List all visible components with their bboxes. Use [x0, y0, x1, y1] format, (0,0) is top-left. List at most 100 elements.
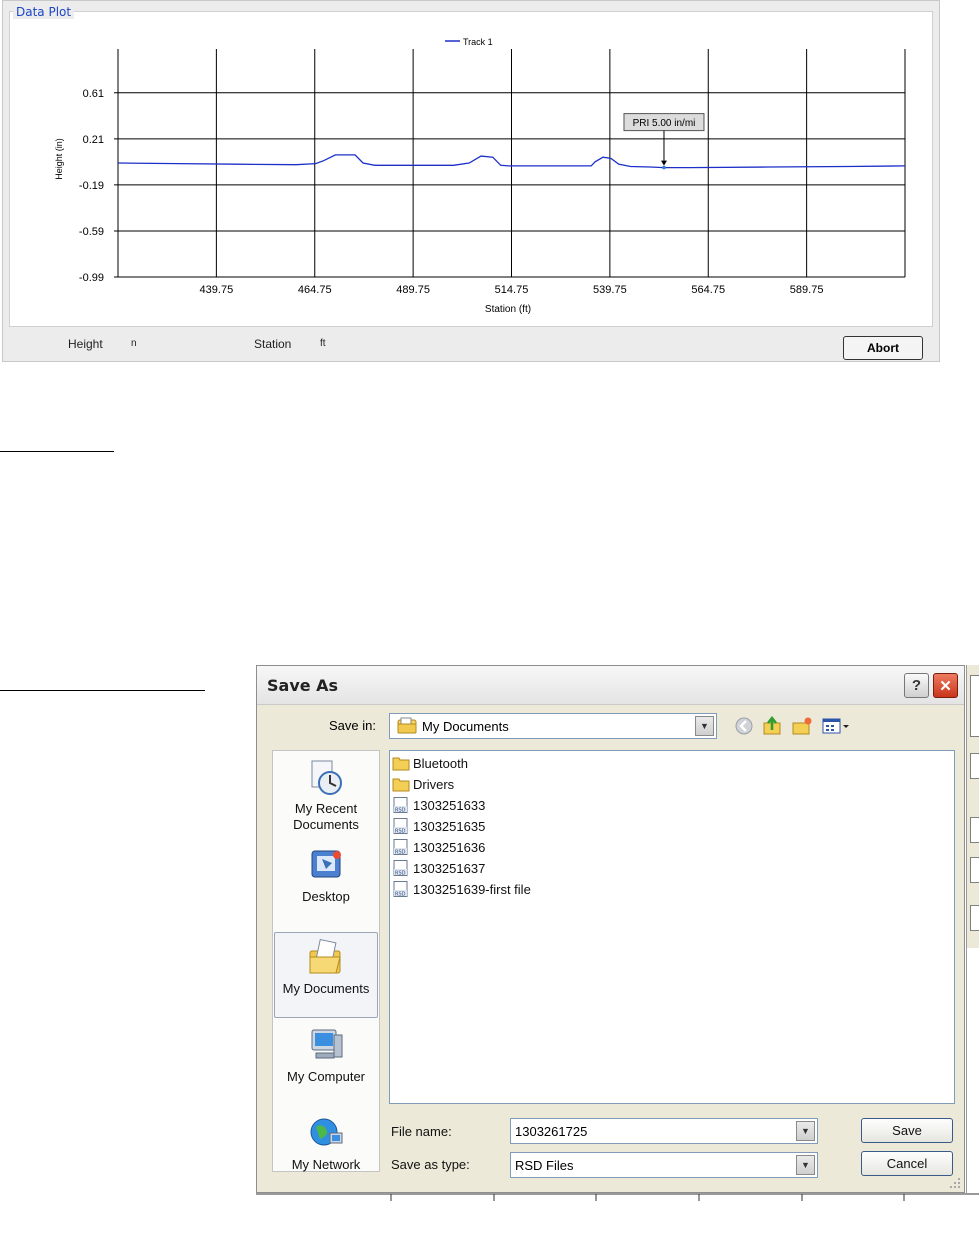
rsd-file-icon: RSD — [393, 881, 408, 897]
list-item[interactable]: RSD 1303251633 — [392, 795, 485, 815]
back-icon[interactable] — [733, 716, 755, 736]
axis-ticks: 439.75 464.75 489.75 514.75 539.75 564.75 589.… — [79, 88, 824, 296]
file-name: 1303251637 — [413, 860, 486, 876]
x-tick-label: 539.75 — [593, 284, 627, 296]
place-label: Desktop — [302, 889, 350, 904]
place-my-recent-documents[interactable]: My Recent Documents — [274, 759, 378, 837]
y-axis-label: Height (in) — [54, 138, 64, 180]
save-as-type-select[interactable]: RSD Files ▼ — [510, 1152, 818, 1178]
background-plot-axis — [256, 1193, 979, 1201]
resize-grip-icon[interactable] — [948, 1176, 962, 1190]
annotation-arrowhead — [660, 160, 667, 166]
question-icon: ? — [911, 677, 922, 694]
my-documents-small-icon — [397, 717, 417, 734]
file-name: 1303251639-first file — [413, 881, 531, 897]
place-my-computer[interactable]: My Computer — [274, 1027, 378, 1103]
my-computer-icon — [311, 1029, 343, 1059]
abort-button[interactable]: Abort — [843, 336, 923, 360]
background-control — [970, 857, 979, 883]
file-name: 1303251633 — [413, 797, 486, 813]
background-window-edge — [966, 665, 979, 1193]
save-as-dialog: Save As ? ✕ Save in: My Documents ▼ My R… — [256, 665, 965, 1193]
file-name: 1303251635 — [413, 818, 486, 834]
close-button[interactable]: ✕ — [933, 673, 958, 698]
background-control — [970, 753, 979, 779]
file-list[interactable]: Bluetooth Drivers RSD 1303251633 RSD 130… — [389, 750, 955, 1104]
list-item[interactable]: Bluetooth — [392, 753, 468, 773]
file-name-input[interactable]: 1303261725 ▼ — [510, 1118, 818, 1144]
list-item[interactable]: RSD 1303251639-first file — [392, 879, 531, 899]
list-item[interactable]: RSD 1303251637 — [392, 858, 485, 878]
underline-blank-2 — [0, 690, 205, 691]
help-button[interactable]: ? — [904, 673, 929, 698]
data-plot-chart: 439.75 464.75 489.75 514.75 539.75 564.75 589.… — [54, 37, 906, 315]
view-menu-icon[interactable] — [821, 716, 851, 736]
file-name: 1303251636 — [413, 839, 486, 855]
place-my-documents[interactable]: My Documents — [274, 932, 378, 1018]
place-my-network[interactable]: My Network — [274, 1115, 378, 1172]
legend: Track 1 — [445, 37, 493, 47]
file-name-label: File name: — [391, 1124, 452, 1139]
file-name: Drivers — [413, 776, 455, 792]
svg-text:RSD: RSD — [395, 829, 406, 835]
place-label: My Recent Documents — [293, 801, 359, 832]
rsd-file-icon: RSD — [393, 839, 408, 856]
underline-blank-1 — [0, 451, 114, 452]
y-tick-label: 0.21 — [83, 134, 104, 146]
station-status-label: Station — [254, 337, 292, 351]
data-plot-panel: Data Plot 439.75 464.75 489.75 514.75 539.75… — [2, 0, 940, 362]
y-tick-label: 0.61 — [83, 88, 104, 100]
y-tick-label: -0.59 — [79, 226, 104, 238]
list-item[interactable]: RSD 1303251636 — [392, 837, 485, 857]
place-label: My Computer — [286, 1069, 366, 1084]
file-name-value: 1303261725 — [515, 1124, 588, 1139]
rsd-file-icon: RSD — [393, 818, 408, 835]
y-tick-label: -0.19 — [79, 180, 104, 192]
chevron-down-icon[interactable]: ▼ — [695, 716, 714, 736]
svg-text:RSD: RSD — [395, 850, 406, 856]
save-button[interactable]: Save — [861, 1118, 953, 1143]
folder-icon — [392, 757, 410, 771]
x-tick-label: 489.75 — [396, 284, 430, 296]
x-tick-label: 564.75 — [691, 284, 725, 296]
save-in-value: My Documents — [422, 719, 509, 734]
close-icon: ✕ — [939, 677, 952, 695]
recent-documents-icon — [311, 760, 342, 795]
background-control — [970, 905, 979, 931]
background-control — [970, 817, 979, 843]
y-tick-label: -0.99 — [79, 272, 104, 284]
list-item[interactable]: Drivers — [392, 774, 454, 794]
title-bar[interactable]: Save As ? ✕ — [257, 666, 964, 705]
station-status-unit: ft — [320, 338, 326, 349]
x-tick-label: 439.75 — [200, 284, 234, 296]
annotation-layer: PRI 5.00 in/mi — [623, 113, 705, 170]
up-folder-icon[interactable] — [761, 716, 783, 736]
background-control — [970, 675, 979, 737]
annotation-label: PRI 5.00 in/mi — [633, 118, 696, 129]
save-in-label: Save in: — [329, 718, 376, 733]
new-folder-icon[interactable] — [791, 716, 813, 736]
height-status-unit: n — [131, 338, 137, 349]
list-item[interactable]: RSD 1303251635 — [392, 816, 485, 836]
background-plot — [967, 948, 979, 1193]
chevron-down-icon[interactable]: ▼ — [796, 1121, 815, 1141]
x-tick-label: 589.75 — [790, 284, 824, 296]
x-axis-label: Station (ft) — [485, 304, 531, 315]
x-tick-label: 464.75 — [298, 284, 332, 296]
save-as-type-value: RSD Files — [515, 1158, 574, 1173]
grid — [114, 49, 906, 278]
rsd-file-icon: RSD — [393, 797, 408, 814]
cancel-button[interactable]: Cancel — [861, 1151, 953, 1176]
my-documents-icon — [309, 939, 341, 974]
save-in-dropdown[interactable]: My Documents ▼ — [389, 713, 717, 739]
my-network-icon — [310, 1118, 343, 1146]
rsd-file-icon: RSD — [393, 860, 408, 877]
save-as-type-label: Save as type: — [391, 1157, 470, 1172]
places-bar: My Recent Documents Desktop My Documents — [272, 750, 380, 1172]
chevron-down-icon[interactable]: ▼ — [796, 1155, 815, 1175]
x-tick-label: 514.75 — [495, 284, 529, 296]
annotation-point — [662, 165, 666, 170]
svg-text:RSD: RSD — [395, 871, 406, 877]
svg-text:RSD: RSD — [395, 808, 406, 814]
place-desktop[interactable]: Desktop — [274, 847, 378, 913]
